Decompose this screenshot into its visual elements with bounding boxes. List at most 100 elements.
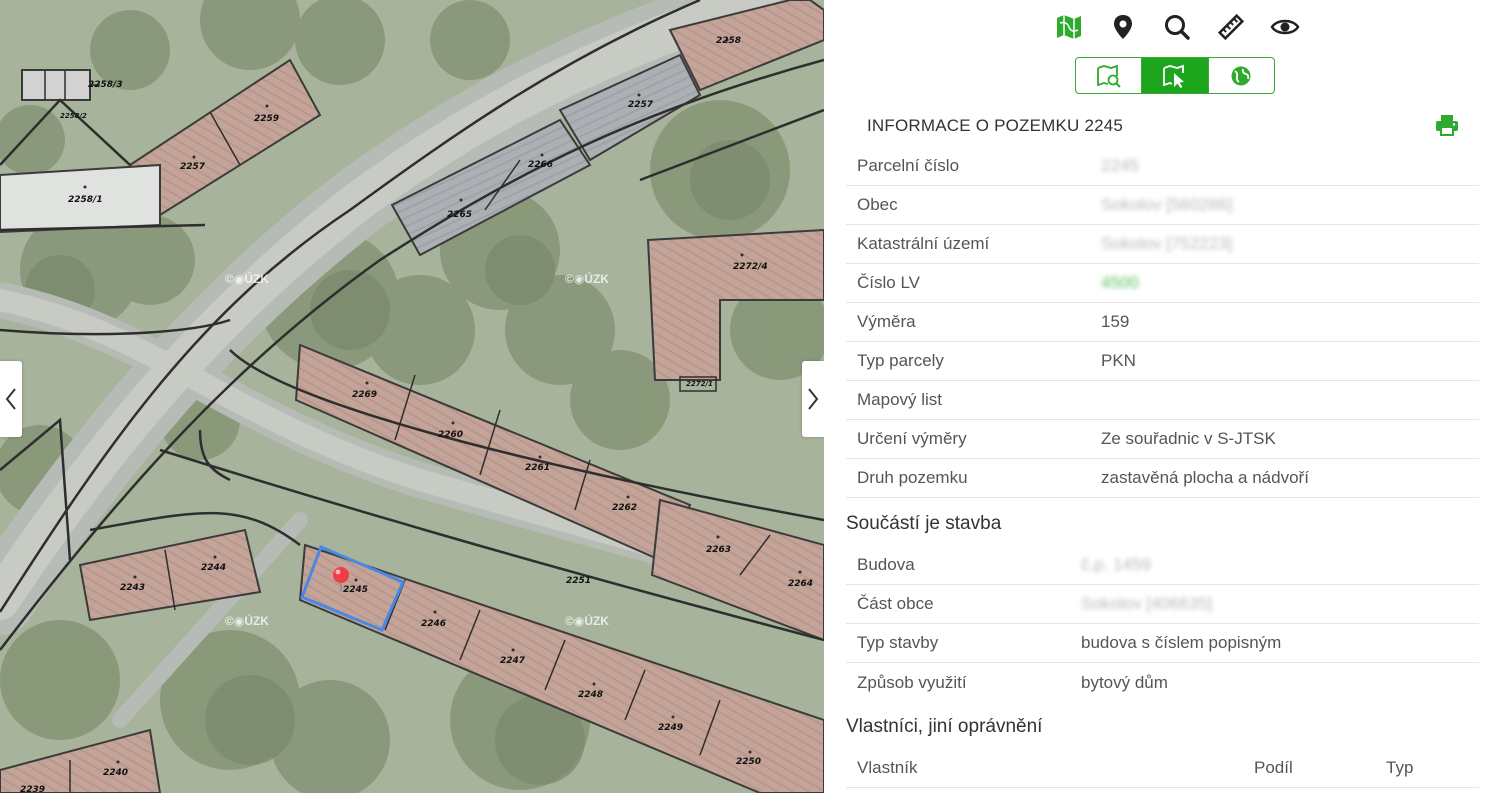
table-row: Typ parcely PKN xyxy=(846,342,1479,381)
row-label: Typ stavby xyxy=(857,633,939,652)
row-label: Část obce xyxy=(857,594,934,613)
lv-link[interactable]: 4500 xyxy=(1101,273,1139,293)
row-label: Způsob využití xyxy=(857,672,967,692)
table-row: Druh pozemku zastavěná plocha a nádvoří xyxy=(846,459,1479,498)
parcel-label: 2266 xyxy=(528,160,554,170)
mode-switch xyxy=(1075,57,1275,94)
map-icon xyxy=(1057,15,1081,39)
map-watermark: ©◉ÚZK xyxy=(225,614,269,628)
parcel-label: 2249 xyxy=(658,723,684,733)
row-value: zastavěná plocha a nádvoří xyxy=(1101,468,1309,487)
search-icon xyxy=(1165,15,1190,40)
pin-icon xyxy=(1114,15,1132,39)
parcel-label: 2259 xyxy=(254,114,280,124)
building-section-title: Součástí je stavba xyxy=(846,513,1002,534)
col-type: Typ xyxy=(1386,758,1414,777)
map-layers-button[interactable] xyxy=(1052,10,1086,44)
parcel-label: 2258/1 xyxy=(68,195,103,205)
row-label: Katastrální území xyxy=(857,234,990,253)
table-row: Číslo LV 4500 xyxy=(846,264,1479,303)
parcel-label: 2262 xyxy=(612,503,638,513)
parcel-label: 2246 xyxy=(421,619,447,629)
eye-icon xyxy=(1270,19,1300,35)
row-value: Sokolov [752223] xyxy=(1101,234,1233,253)
table-row: Budova č.p. 1459 xyxy=(846,546,1479,585)
row-label: Určení výměry xyxy=(857,429,967,448)
row-value: Ze souřadnic v S-JTSK xyxy=(1101,429,1276,448)
table-row: Parcelní číslo 2245 xyxy=(846,147,1479,186)
parcel-label: 2272/4 xyxy=(733,262,768,272)
search-button[interactable] xyxy=(1160,10,1194,44)
row-value: 2245 xyxy=(1101,156,1139,175)
parcel-label: 2244 xyxy=(201,563,227,573)
owners-table: Vlastník Podíl Typ xyxy=(846,749,1479,788)
mode-select[interactable] xyxy=(1141,58,1208,93)
visibility-button[interactable] xyxy=(1268,10,1302,44)
table-row: Určení výměry Ze souřadnic v S-JTSK xyxy=(846,420,1479,459)
table-row: Část obce Sokolov [406635] xyxy=(846,585,1479,624)
printer-icon xyxy=(1436,115,1458,136)
table-row: Mapový list xyxy=(846,381,1479,420)
row-value: č.p. 1459 xyxy=(1081,555,1151,574)
mode-globe[interactable] xyxy=(1207,58,1274,93)
parcel-label: 2263 xyxy=(706,545,732,555)
table-row: Výměra 159 xyxy=(846,303,1479,342)
row-label: Druh pozemku xyxy=(857,468,968,487)
orthophoto-layer xyxy=(0,0,824,793)
print-button[interactable] xyxy=(1434,113,1460,137)
row-value: 159 xyxy=(1101,312,1130,331)
row-label: Obec xyxy=(857,195,898,214)
chevron-left-icon xyxy=(5,388,16,410)
table-row: Způsob využití bytový dům xyxy=(846,663,1479,702)
col-owner: Vlastník xyxy=(857,758,918,777)
cadastral-map[interactable]: 2258/3 2258/2 2259 2257 2258/1 2258 2257… xyxy=(0,0,824,793)
parcel-label: 2258/3 xyxy=(88,80,123,90)
parcel-label: 2248 xyxy=(578,690,604,700)
parcel-label: 2264 xyxy=(788,579,814,589)
info-title: INFORMACE O POZEMKU 2245 xyxy=(867,116,1124,135)
parcel-label: 2269 xyxy=(352,390,378,400)
row-label: Mapový list xyxy=(857,390,943,409)
map-search-icon xyxy=(1096,64,1121,88)
parcel-label: 2258 xyxy=(716,36,742,46)
main-toolbar xyxy=(1052,10,1302,44)
parcel-label: 2251 xyxy=(566,576,592,586)
location-button[interactable] xyxy=(1106,10,1140,44)
map-watermark: ©◉ÚZK xyxy=(225,272,269,286)
measure-icon xyxy=(1217,13,1245,41)
col-share: Podíl xyxy=(1254,758,1293,777)
globe-icon xyxy=(1231,66,1251,85)
row-label: Výměra xyxy=(857,312,916,331)
row-label: Typ parcely xyxy=(857,351,944,370)
map-next-button[interactable] xyxy=(802,361,824,437)
table-row: Katastrální území Sokolov [752223] xyxy=(846,225,1479,264)
parcel-label: 2272/1 xyxy=(686,380,713,388)
parcel-label: 2258/2 xyxy=(60,112,87,120)
cursor-select-icon xyxy=(1163,64,1184,88)
row-value: Sokolov [560286] xyxy=(1101,195,1233,214)
row-value: budova s číslem popisným xyxy=(1081,633,1282,652)
row-value: Sokolov [406635] xyxy=(1081,594,1213,613)
map-prev-button[interactable] xyxy=(0,361,22,437)
parcel-label: 2240 xyxy=(103,768,129,778)
row-value: bytový dům xyxy=(1081,672,1168,692)
row-value: PKN xyxy=(1101,351,1136,370)
row-label: Budova xyxy=(857,555,915,574)
owners-section-title: Vlastníci, jiní oprávnění xyxy=(846,716,1043,737)
table-header-row: Vlastník Podíl Typ xyxy=(846,749,1479,788)
parcel-label: 2250 xyxy=(736,757,762,767)
mode-map-search[interactable] xyxy=(1076,58,1141,93)
parcel-info-table: Parcelní číslo 2245 Obec Sokolov [560286] … xyxy=(846,147,1479,498)
parcel-label: 2239 xyxy=(20,785,46,793)
chevron-right-icon xyxy=(808,388,819,410)
table-row: Typ stavby budova s číslem popisným xyxy=(846,624,1479,663)
map-watermark: ©◉ÚZK xyxy=(565,614,609,628)
building-info-table: Budova č.p. 1459 Část obce Sokolov [406635… xyxy=(846,546,1479,702)
parcel-label: 2260 xyxy=(438,430,464,440)
parcel-label: 2245 xyxy=(343,585,369,595)
info-panel: INFORMACE O POZEMKU 2245 Parcelní číslo 2… xyxy=(824,0,1489,793)
measure-button[interactable] xyxy=(1214,10,1248,44)
row-label: Parcelní číslo xyxy=(857,156,960,175)
table-row: Obec Sokolov [560286] xyxy=(846,186,1479,225)
parcel-label: 2261 xyxy=(525,463,551,473)
